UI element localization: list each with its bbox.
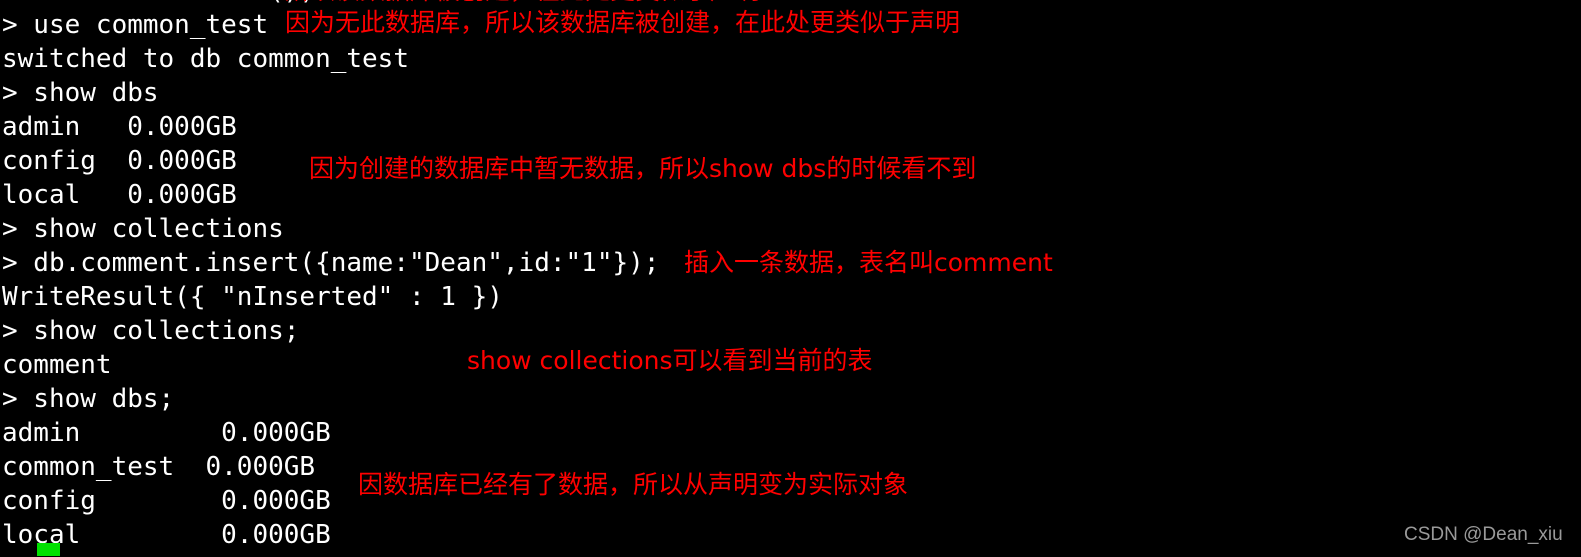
terminal-cursor	[37, 543, 60, 556]
terminal-line: > show dbs	[2, 78, 159, 108]
terminal-line: admin 0.000GB	[2, 418, 331, 448]
annotation-text: 因为创建的数据库中暂无数据，所以show dbs的时候看不到	[309, 154, 977, 183]
annotation-text: 插入一条数据，表名叫comment	[684, 248, 1053, 277]
terminal-window: > db.comment.find(); 所以该数据库被创建，在此处更类似于声明…	[0, 0, 1581, 557]
csdn-watermark: CSDN @Dean_xiu	[1404, 524, 1563, 545]
terminal-line: comment	[2, 350, 112, 380]
clipped-top-row: > db.comment.find(); 所以该数据库被创建，在此处更类似于声明	[0, 0, 1581, 4]
clipped-command-line: > db.comment.find();	[2, 0, 315, 4]
terminal-line: local 0.000GB	[2, 180, 237, 210]
terminal-line: WriteResult({ "nInserted" : 1 })	[2, 282, 503, 312]
terminal-line: common_test 0.000GB	[2, 452, 316, 482]
terminal-line: > use common_test	[2, 10, 269, 40]
terminal-line: > show collections;	[2, 316, 300, 346]
clipped-annotation: 所以该数据库被创建，在此处更类似于声明	[285, 0, 760, 4]
annotation-text: 因为无此数据库，所以该数据库被创建，在此处更类似于声明	[285, 8, 961, 37]
terminal-line: > db.comment.insert({name:"Dean",id:"1"}…	[2, 248, 660, 278]
annotation-text: 因数据库已经有了数据，所以从声明变为实际对象	[358, 470, 909, 499]
terminal-line: switched to db common_test	[2, 44, 409, 74]
terminal-line: config 0.000GB	[2, 486, 331, 516]
terminal-line: > show dbs;	[2, 384, 175, 414]
terminal-line: > show collections	[2, 214, 284, 244]
annotation-text: show collections可以看到当前的表	[467, 346, 873, 375]
terminal-line: config 0.000GB	[2, 146, 237, 176]
terminal-line: admin 0.000GB	[2, 112, 237, 142]
